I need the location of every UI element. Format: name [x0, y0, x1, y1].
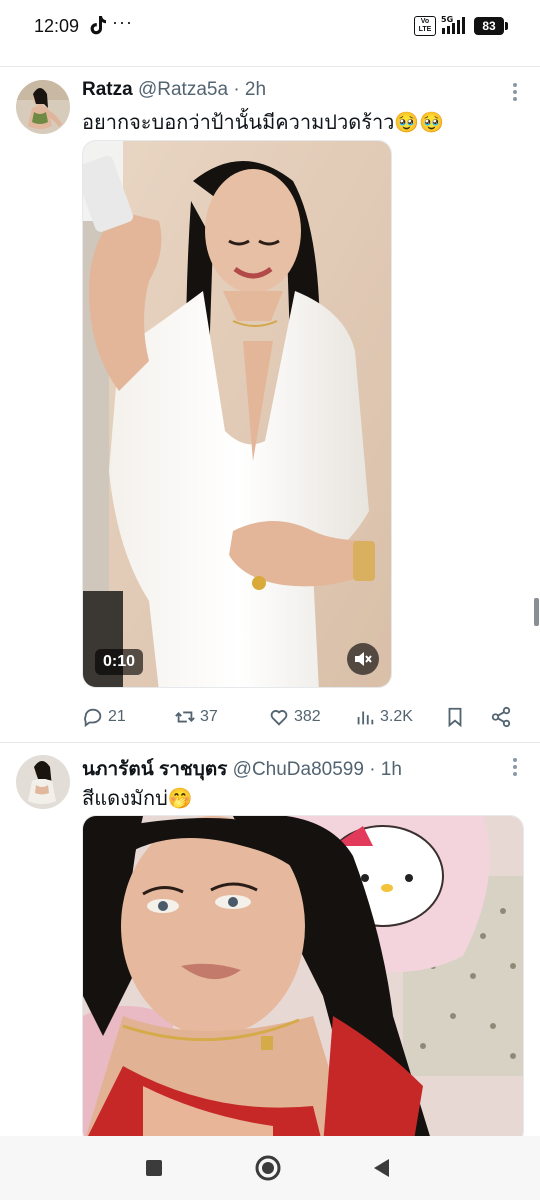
home-button[interactable] — [254, 1154, 282, 1182]
share-button[interactable] — [490, 702, 512, 732]
avatar[interactable] — [16, 755, 70, 809]
tweet[interactable]: Ratza @Ratza5a · 2h อยากจะบอกว่าป้านั้นม… — [0, 0, 540, 742]
square-icon — [146, 1160, 162, 1176]
retweet-icon — [175, 711, 195, 723]
recent-apps-button[interactable] — [140, 1154, 168, 1182]
tweet-header: Ratza @Ratza5a · 2h — [82, 79, 266, 101]
system-nav-bar — [0, 1136, 540, 1200]
like-count: 382 — [294, 708, 321, 725]
back-button[interactable] — [368, 1154, 396, 1182]
bookmark-icon — [448, 707, 462, 728]
reply-button[interactable]: 21 — [82, 702, 126, 732]
view-count: 3.2K — [380, 708, 413, 725]
tweet-header: นภารัตน์ ราชบุตร @ChuDa80599 · 1h — [82, 754, 402, 784]
tweet-actions: 21 37 382 3.2K — [82, 702, 522, 732]
mute-button[interactable] — [347, 643, 379, 675]
timestamp[interactable]: · 1h — [369, 759, 402, 780]
share-icon — [491, 706, 511, 728]
more-options-icon[interactable] — [512, 82, 518, 102]
tweet-video[interactable]: 0:10 — [82, 140, 392, 688]
retweet-button[interactable]: 37 — [174, 702, 218, 732]
tweet-image[interactable] — [82, 815, 524, 1145]
back-triangle-icon — [374, 1159, 389, 1177]
timestamp[interactable]: · 2h — [233, 79, 266, 100]
display-name[interactable]: Ratza — [82, 79, 133, 100]
avatar[interactable] — [16, 80, 70, 134]
video-frame — [83, 141, 391, 687]
scrollbar[interactable] — [534, 598, 539, 626]
image-frame — [83, 816, 523, 1144]
tweet-text: อยากจะบอกว่าป้านั้นมีความปวดร้าว🥹🥹 — [82, 112, 445, 134]
video-duration: 0:10 — [95, 649, 144, 675]
volume-muted-icon — [355, 652, 372, 666]
home-circle-icon — [255, 1155, 281, 1181]
like-button[interactable]: 382 — [268, 702, 321, 732]
retweet-count: 37 — [200, 708, 218, 725]
bookmark-button[interactable] — [444, 702, 466, 732]
tweet[interactable]: นภารัตน์ ราชบุตร @ChuDa80599 · 1h สีแดงม… — [0, 743, 540, 1145]
tweet-text: สีแดงมักบ่🤭 — [82, 788, 193, 810]
views-button[interactable]: 3.2K — [354, 702, 413, 732]
heart-icon — [270, 710, 288, 726]
handle[interactable]: @Ratza5a — [138, 79, 228, 100]
more-options-icon[interactable] — [512, 757, 518, 777]
handle[interactable]: @ChuDa80599 — [233, 759, 364, 780]
display-name[interactable]: นภารัตน์ ราชบุตร — [82, 759, 227, 780]
reply-icon — [84, 708, 102, 728]
reply-count: 21 — [108, 708, 126, 725]
views-icon — [357, 711, 374, 725]
